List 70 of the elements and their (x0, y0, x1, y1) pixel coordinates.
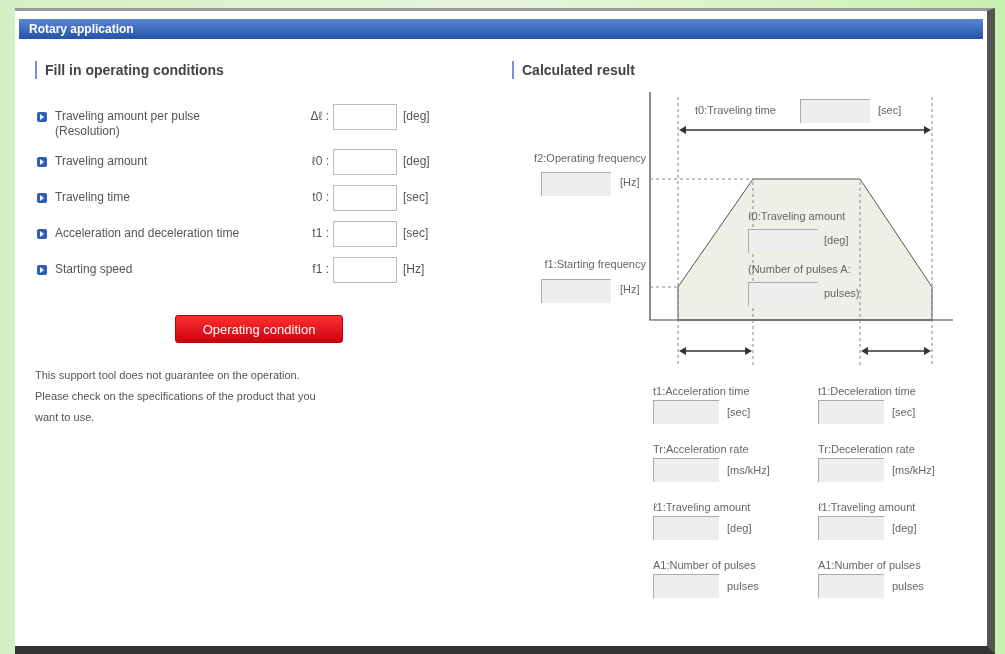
field-symbol: f1 : (311, 262, 330, 277)
bullet-icon (37, 265, 47, 275)
result-field[interactable] (653, 458, 719, 482)
diagram-label: t0:Traveling time (695, 104, 776, 116)
result-label: ℓ1:Traveling amount (818, 501, 917, 513)
result-label: A1:Number of pulses (653, 559, 757, 571)
diagram-label: f2:Operating frequency (534, 152, 646, 164)
unit-label: [Hz] (620, 283, 640, 295)
input-field[interactable] (333, 185, 397, 211)
window-title: Rotary application (19, 19, 983, 39)
field-label: Starting speed (55, 262, 134, 277)
input-field[interactable] (333, 104, 397, 130)
input-field[interactable] (333, 257, 397, 283)
input-field[interactable] (333, 221, 397, 247)
dimension-arrow (861, 347, 931, 355)
unit-label: [sec] (727, 406, 751, 418)
diagram-label: (Number of pulses A: (748, 263, 851, 275)
result-field[interactable] (818, 574, 884, 598)
field-symbol: t1 : (311, 226, 330, 241)
operating-condition-button[interactable]: Operating condition (175, 315, 343, 343)
field-symbol: Δℓ : (309, 109, 330, 124)
result-field[interactable] (653, 574, 719, 598)
result-label: t1:Deceleration time (818, 385, 917, 397)
unit-label: [deg] (403, 109, 430, 124)
input-field[interactable] (333, 149, 397, 175)
result-field[interactable] (818, 516, 884, 540)
bullet-icon (37, 112, 47, 122)
field-label: Acceleration and deceleration time (55, 226, 241, 241)
result-label: ℓ1:Traveling amount (653, 501, 752, 513)
result-field[interactable] (653, 400, 719, 424)
field-symbol: t0 : (311, 190, 330, 205)
unit-label: pulses (727, 580, 759, 592)
result-field[interactable] (818, 458, 884, 482)
unit-label: pulses) (824, 287, 860, 299)
disclaimer-text: This support tool does not guarantee on the operation. Please check on the specifications of the product that you want to use. (35, 368, 317, 425)
result-label: t1:Acceleration time (653, 385, 751, 397)
field-label: Traveling amount per pulse (Resolution) (55, 109, 201, 139)
bullet-icon (37, 157, 47, 167)
result-field[interactable] (653, 516, 719, 540)
result-field[interactable] (818, 400, 884, 424)
unit-label: [ms/kHz] (892, 464, 935, 476)
section-heading: Fill in operating conditions (35, 61, 224, 79)
field-label: Traveling amount (55, 154, 149, 169)
field-label: Traveling time (55, 190, 131, 205)
section-heading: Calculated result (512, 61, 635, 79)
diagram-label: ℓ0:Traveling amount (748, 210, 846, 222)
unit-label: [sec] (892, 406, 916, 418)
result-label: Tr:Deceleration rate (818, 443, 916, 455)
result-field[interactable] (541, 172, 611, 196)
result-field[interactable] (541, 279, 611, 303)
unit-label: [deg] (727, 522, 752, 534)
unit-label: [sec] (403, 226, 429, 241)
diagram-label: f1:Starting frequency (544, 258, 646, 270)
unit-label: [deg] (824, 234, 849, 246)
unit-label: [Hz] (620, 176, 640, 188)
result-field[interactable] (800, 99, 870, 123)
unit-label: [deg] (403, 154, 430, 169)
bullet-icon (37, 193, 47, 203)
unit-label: [ms/kHz] (727, 464, 770, 476)
unit-label: [sec] (403, 190, 429, 205)
unit-label: [Hz] (403, 262, 425, 277)
unit-label: [deg] (892, 522, 917, 534)
result-label: A1:Number of pulses (818, 559, 922, 571)
bullet-icon (37, 229, 47, 239)
field-symbol: ℓ0 : (310, 154, 330, 169)
result-label: Tr:Acceleration rate (653, 443, 750, 455)
result-field[interactable] (748, 282, 818, 306)
unit-label: pulses (892, 580, 924, 592)
result-field[interactable] (748, 229, 818, 253)
unit-label: [sec] (878, 104, 902, 116)
